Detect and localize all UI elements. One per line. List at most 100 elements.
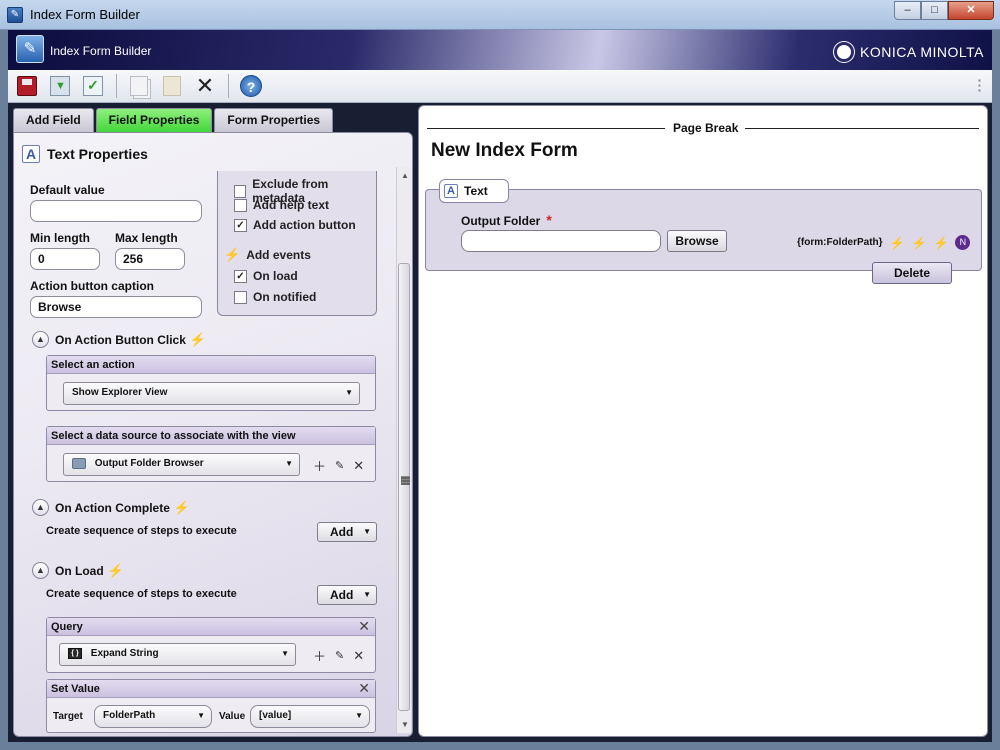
add-step-button[interactable]: Add ▼: [317, 585, 377, 605]
set-value-step-box: Set Value ✕ Target FolderPath ▼ Value [v…: [46, 679, 376, 733]
scroll-grip-icon: ▬ ▬ ▬: [401, 471, 410, 487]
add-events-label: ⚡ Add events: [224, 247, 311, 262]
text-field-icon: A: [22, 145, 40, 163]
add-icon[interactable]: ＋: [313, 456, 326, 475]
event-bolt-icon: ⚡: [189, 331, 207, 347]
collapse-icon[interactable]: ▲: [32, 331, 49, 348]
value-dropdown[interactable]: [value] ▼: [250, 705, 370, 728]
max-length-input[interactable]: 256: [115, 248, 185, 270]
browse-button[interactable]: Browse: [667, 230, 727, 252]
chevron-down-icon: ▼: [363, 590, 371, 599]
query-step-box: Query ✕ { } Expand String ▼ ＋ ✎ ✕: [46, 617, 376, 673]
min-length-input[interactable]: 0: [30, 248, 100, 270]
section-on-load[interactable]: ▲ On Load ⚡: [32, 562, 124, 579]
datasource-actions: ＋ ✎ ✕: [313, 456, 373, 475]
add-icon[interactable]: ＋: [313, 646, 326, 665]
app-logo-icon: ✎: [16, 35, 44, 63]
checkbox[interactable]: [234, 184, 247, 198]
text-field-icon: A: [444, 184, 458, 198]
collapse-icon[interactable]: ▲: [32, 499, 49, 516]
form-title[interactable]: New Index Form: [431, 140, 578, 162]
action-caption-input[interactable]: Browse: [30, 296, 202, 318]
scroll-up-icon[interactable]: ▲: [401, 171, 409, 180]
event-bolt-icon[interactable]: ⚡: [933, 236, 948, 250]
set-value-header: Set Value ✕: [47, 680, 375, 698]
edit-icon[interactable]: ✎: [335, 459, 344, 472]
copy-button[interactable]: [126, 73, 152, 99]
chevron-down-icon: ▼: [281, 649, 289, 658]
checkbox-checked[interactable]: ✓: [234, 269, 247, 283]
properties-scrollbar[interactable]: ▲ ▬ ▬ ▬ ▼: [396, 167, 411, 733]
remove-icon[interactable]: ✕: [353, 458, 364, 474]
delete-tool-button[interactable]: ✕: [192, 73, 218, 99]
brand-logo: KONICA MINOLTA: [834, 42, 984, 62]
tab-form-properties[interactable]: Form Properties: [214, 108, 334, 132]
close-icon[interactable]: ✕: [358, 680, 370, 697]
collapse-icon[interactable]: ▲: [32, 562, 49, 579]
event-bolt-icon[interactable]: ⚡: [912, 236, 927, 250]
event-bolt-icon[interactable]: ⚡: [890, 236, 905, 250]
option-add-help-text[interactable]: Add help text: [234, 198, 329, 212]
option-add-action-button[interactable]: ✓ Add action button: [234, 218, 356, 232]
paste-button[interactable]: [159, 73, 185, 99]
default-value-input[interactable]: [30, 200, 202, 222]
scroll-thumb[interactable]: [398, 263, 410, 711]
remove-icon[interactable]: ✕: [353, 648, 364, 664]
default-value-label: Default value: [30, 183, 105, 197]
max-length-label: Max length: [115, 231, 178, 245]
brand-name: KONICA MINOLTA: [860, 44, 984, 60]
query-dropdown[interactable]: { } Expand String ▼: [59, 643, 296, 666]
save-close-button[interactable]: [47, 73, 73, 99]
notify-badge-icon[interactable]: N: [955, 235, 971, 250]
section-on-action-complete[interactable]: ▲ On Action Complete ⚡: [32, 499, 190, 516]
page-break-label: Page Break: [673, 121, 739, 135]
tab-add-field[interactable]: Add Field: [13, 108, 94, 132]
section-on-action-click[interactable]: ▲ On Action Button Click ⚡: [32, 331, 206, 348]
form-canvas: Page Break New Index Form A Text Output …: [418, 105, 988, 737]
window-title: Index Form Builder: [30, 7, 140, 22]
window-titlebar: ✎ Index Form Builder ‒ □ ✕: [0, 0, 1000, 30]
minimize-button[interactable]: ‒: [894, 1, 921, 20]
action-dropdown[interactable]: Show Explorer View ▼: [63, 382, 360, 405]
page-break[interactable]: Page Break: [427, 120, 979, 135]
delete-icon: ✕: [195, 73, 215, 98]
app-icon: ✎: [7, 7, 23, 23]
field-properties-panel: A Text Properties Default value Min leng…: [13, 132, 413, 737]
field-label: Output Folder *: [461, 212, 552, 228]
expand-string-icon: { }: [68, 648, 82, 659]
datasource-dropdown[interactable]: Output Folder Browser ▼: [63, 453, 300, 476]
target-label: Target: [53, 711, 83, 722]
chevron-down-icon: ▼: [363, 527, 371, 536]
page-break-line: [427, 128, 665, 129]
save-button[interactable]: [14, 73, 40, 99]
sequence-text: Create sequence of steps to execute: [46, 525, 237, 537]
event-on-load[interactable]: ✓ On load: [234, 269, 298, 283]
scroll-down-icon[interactable]: ▼: [401, 720, 409, 729]
select-action-box: Select an action Show Explorer View ▼: [46, 355, 376, 411]
query-step-header: Query ✕: [47, 618, 375, 636]
target-dropdown[interactable]: FolderPath ▼: [94, 705, 212, 728]
maximize-button[interactable]: □: [921, 1, 948, 20]
add-step-button[interactable]: Add ▼: [317, 522, 377, 542]
edit-icon[interactable]: ✎: [335, 649, 344, 662]
copy-icon: [130, 76, 148, 96]
event-on-notified[interactable]: On notified: [234, 290, 316, 304]
help-icon: ?: [240, 75, 262, 97]
tab-field-properties[interactable]: Field Properties: [95, 108, 213, 132]
close-icon[interactable]: ✕: [358, 618, 370, 635]
checkbox[interactable]: [234, 198, 247, 212]
select-action-label: Select an action: [47, 356, 375, 374]
delete-field-button[interactable]: Delete: [872, 262, 952, 284]
field-binding: {form:FolderPath} ⚡ ⚡ ⚡ N: [797, 235, 971, 250]
event-bolt-icon: ⚡: [173, 499, 191, 515]
checkbox[interactable]: [234, 290, 247, 304]
panel-title-text: Text Properties: [47, 146, 148, 162]
check-icon: ✓: [83, 76, 103, 96]
checkbox-checked[interactable]: ✓: [234, 218, 247, 232]
datasource-label: Select a data source to associate with t…: [47, 427, 375, 445]
field-type-tab[interactable]: A Text: [439, 179, 509, 203]
close-button[interactable]: ✕: [948, 1, 994, 20]
validate-button[interactable]: ✓: [80, 73, 106, 99]
help-button[interactable]: ?: [238, 73, 264, 99]
output-folder-input[interactable]: [461, 230, 661, 252]
